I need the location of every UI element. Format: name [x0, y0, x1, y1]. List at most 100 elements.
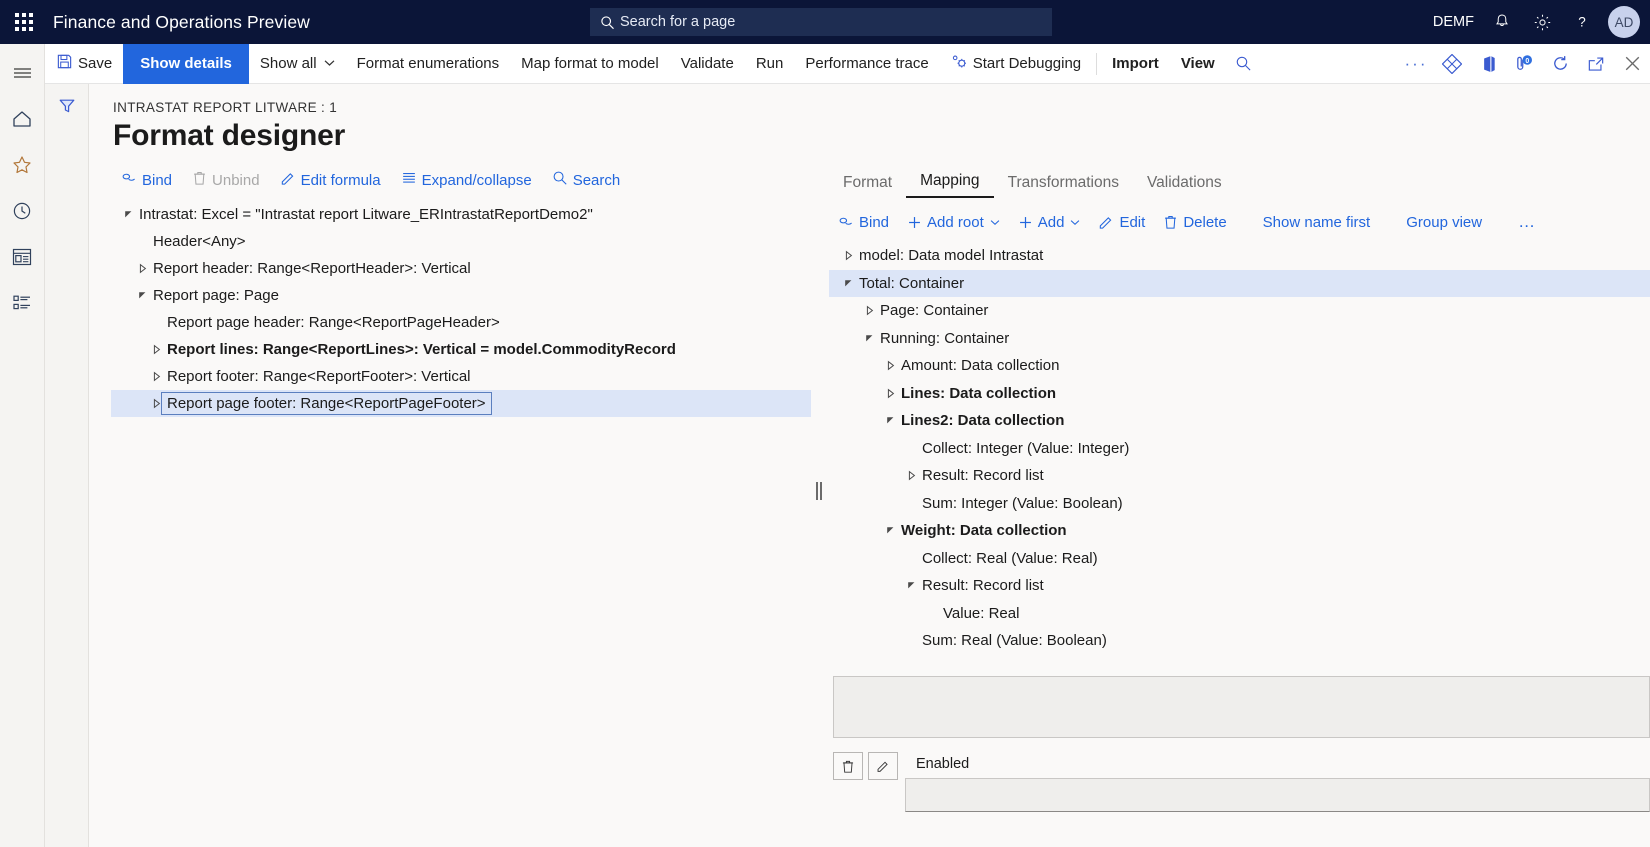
tree-twisty-toggle[interactable]	[837, 250, 859, 261]
data-source-tree-row-label: Result: Record list	[922, 467, 1044, 485]
data-source-tree-row[interactable]: Sum: Integer (Value: Boolean)	[829, 490, 1650, 518]
formula-preview-box[interactable]	[833, 676, 1650, 738]
data-source-tree-row[interactable]: Value: Real	[829, 600, 1650, 628]
delete-binding-button[interactable]	[833, 752, 863, 780]
star-icon[interactable]	[0, 142, 45, 188]
office-icon[interactable]	[1470, 44, 1506, 84]
data-source-tree-row[interactable]: Sum: Real (Value: Boolean)	[829, 627, 1650, 655]
tree-twisty-toggle[interactable]	[879, 388, 901, 399]
left-unbind-button[interactable]: Unbind	[182, 166, 270, 194]
data-source-tree-row[interactable]: Page: Container	[829, 297, 1650, 325]
tab-format[interactable]: Format	[829, 174, 906, 198]
show-all-button[interactable]: Show all	[249, 44, 346, 84]
modules-list-icon[interactable]	[0, 280, 45, 326]
map-format-to-model-button[interactable]: Map format to model	[510, 44, 670, 84]
clock-icon[interactable]	[0, 188, 45, 234]
format-tree-row[interactable]: Report header: Range<ReportHeader>: Vert…	[111, 255, 811, 282]
app-root: Finance and Operations Preview Search fo…	[0, 0, 1650, 847]
mapping-show-name-first-button[interactable]: Show name first	[1254, 210, 1380, 235]
tree-twisty-toggle[interactable]	[837, 278, 859, 289]
refresh-icon[interactable]	[1542, 44, 1578, 84]
data-source-tree-row[interactable]: Lines2: Data collection	[829, 407, 1650, 435]
hamburger-menu-icon[interactable]	[0, 50, 45, 96]
data-source-tree-row[interactable]: Collect: Integer (Value: Integer)	[829, 435, 1650, 463]
tree-twisty-toggle[interactable]	[145, 344, 167, 355]
search-icon	[600, 15, 615, 30]
mapping-group-view-button[interactable]: Group view	[1397, 210, 1491, 235]
pane-splitter-handle[interactable]	[816, 482, 822, 500]
gear-icon[interactable]	[1522, 0, 1562, 44]
data-source-tree-row[interactable]: Result: Record list	[829, 462, 1650, 490]
enabled-field[interactable]	[905, 778, 1650, 812]
open-in-new-window-icon[interactable]	[1578, 44, 1614, 84]
mapping-edit-button[interactable]: Edit	[1089, 210, 1154, 235]
tab-validations[interactable]: Validations	[1133, 174, 1236, 198]
tab-mapping[interactable]: Mapping	[906, 172, 994, 198]
tree-twisty-toggle[interactable]	[900, 580, 922, 591]
chevron-expanded-icon	[124, 211, 131, 218]
question-mark-icon[interactable]: ?	[1562, 0, 1602, 44]
data-source-tree-row[interactable]: model: Data model Intrastat	[829, 242, 1650, 270]
tree-twisty-toggle[interactable]	[858, 305, 880, 316]
tree-twisty-toggle[interactable]	[858, 333, 880, 344]
format-tree-row[interactable]: Report page header: Range<ReportPageHead…	[111, 309, 811, 336]
left-bind-button[interactable]: Bind	[111, 166, 182, 194]
data-source-tree-row[interactable]: Total: Container	[829, 269, 1650, 297]
tree-twisty-toggle[interactable]	[145, 371, 167, 382]
search-icon[interactable]	[1226, 44, 1262, 84]
run-button[interactable]: Run	[745, 44, 795, 84]
ellipsis-icon[interactable]: ···	[1398, 44, 1434, 84]
format-tree-row[interactable]: Report page footer: Range<ReportPageFoot…	[111, 390, 811, 417]
mapping-add-button[interactable]: Add	[1009, 210, 1090, 235]
mapping-delete-button[interactable]: Delete	[1154, 210, 1235, 235]
format-tree-row[interactable]: Report lines: Range<ReportLines>: Vertic…	[111, 336, 811, 363]
mapping-show-name-first-label: Show name first	[1262, 213, 1371, 231]
format-tree-row[interactable]: Intrastat: Excel = "Intrastat report Lit…	[111, 201, 811, 228]
view-button[interactable]: View	[1170, 44, 1226, 84]
mapping-overflow-button[interactable]: …	[1509, 208, 1546, 236]
diamond-app-icon[interactable]	[1434, 44, 1470, 84]
performance-trace-button[interactable]: Performance trace	[794, 44, 939, 84]
format-tree-row[interactable]: Header<Any>	[111, 228, 811, 255]
company-selector[interactable]: DEMF	[1425, 0, 1482, 44]
attachment-icon[interactable]: 0	[1506, 44, 1542, 84]
bell-icon[interactable]	[1482, 0, 1522, 44]
filter-funnel-icon[interactable]	[57, 96, 77, 847]
format-tree-row[interactable]: Report page: Page	[111, 282, 811, 309]
validate-button[interactable]: Validate	[670, 44, 745, 84]
mapping-bind-button[interactable]: Bind	[829, 210, 898, 235]
tree-twisty-toggle[interactable]	[131, 290, 153, 301]
format-tree-row[interactable]: Report footer: Range<ReportFooter>: Vert…	[111, 363, 811, 390]
tree-twisty-toggle[interactable]	[879, 360, 901, 371]
avatar[interactable]: AD	[1608, 6, 1640, 38]
global-search-box[interactable]: Search for a page	[590, 8, 1052, 36]
data-source-tree-row[interactable]: Weight: Data collection	[829, 517, 1650, 545]
mapping-add-root-button[interactable]: Add root	[898, 210, 1009, 235]
data-source-tree-row[interactable]: Collect: Real (Value: Real)	[829, 545, 1650, 573]
data-source-tree-row[interactable]: Amount: Data collection	[829, 352, 1650, 380]
save-button[interactable]: Save	[45, 44, 123, 84]
waffle-grid-icon[interactable]	[0, 0, 48, 44]
home-icon[interactable]	[0, 96, 45, 142]
tree-twisty-toggle[interactable]	[879, 525, 901, 536]
left-expand-collapse-button[interactable]: Expand/collapse	[391, 166, 542, 194]
tree-twisty-toggle[interactable]	[117, 209, 139, 220]
edit-binding-button[interactable]	[868, 752, 898, 780]
data-source-tree-row[interactable]: Running: Container	[829, 325, 1650, 353]
start-debugging-button[interactable]: Start Debugging	[940, 44, 1092, 84]
data-source-tree-row[interactable]: Result: Record list	[829, 572, 1650, 600]
tree-twisty-toggle[interactable]	[879, 415, 901, 426]
app-title: Finance and Operations Preview	[53, 11, 310, 32]
data-source-tree-row-label: Collect: Real (Value: Real)	[922, 549, 1098, 567]
left-search-button[interactable]: Search	[542, 166, 631, 194]
tree-twisty-toggle[interactable]	[131, 263, 153, 274]
format-enumerations-button[interactable]: Format enumerations	[346, 44, 511, 84]
tree-twisty-toggle[interactable]	[900, 470, 922, 481]
show-details-button[interactable]: Show details	[123, 43, 249, 84]
close-x-icon[interactable]	[1614, 44, 1650, 84]
left-edit-formula-button[interactable]: Edit formula	[270, 166, 391, 194]
workspace-icon[interactable]	[0, 234, 45, 280]
import-button[interactable]: Import	[1101, 44, 1170, 84]
tab-transformations[interactable]: Transformations	[994, 174, 1133, 198]
data-source-tree-row[interactable]: Lines: Data collection	[829, 380, 1650, 408]
